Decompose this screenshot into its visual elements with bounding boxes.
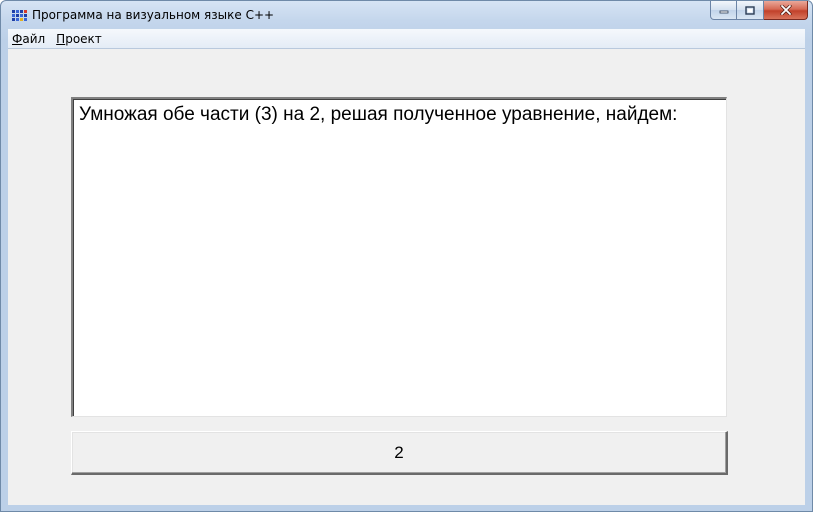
menu-file[interactable]: Файл — [8, 32, 52, 46]
menu-project-label: роект — [65, 31, 102, 46]
maximize-button[interactable] — [737, 1, 764, 20]
answer-button[interactable]: 2 — [71, 431, 728, 475]
menu-project[interactable]: Проект — [52, 32, 109, 46]
menu-file-label: айл — [22, 31, 46, 46]
client-area: Умножая обе части (3) на 2, решая получе… — [8, 49, 805, 505]
window-title: Программа на визуальном языке С++ — [32, 8, 275, 22]
text-display-box[interactable]: Умножая обе части (3) на 2, решая получе… — [71, 97, 727, 417]
menu-project-hotkey: П — [56, 31, 66, 46]
menu-file-hotkey: Ф — [12, 31, 23, 46]
close-button[interactable] — [764, 1, 808, 20]
minimize-button[interactable] — [710, 1, 737, 20]
app-grid-icon — [12, 8, 28, 22]
caption-buttons — [710, 1, 808, 20]
answer-button-label: 2 — [394, 442, 404, 462]
menu-bar: Файл Проект — [8, 29, 805, 49]
title-bar[interactable]: Программа на визуальном языке С++ — [1, 1, 812, 29]
maximize-icon — [745, 5, 755, 15]
minimize-icon — [719, 10, 728, 14]
app-window: Программа на визуальном языке С++ Файл П… — [0, 0, 813, 512]
close-icon — [779, 5, 792, 15]
explanation-text: Умножая обе части (3) на 2, решая получе… — [79, 104, 678, 125]
